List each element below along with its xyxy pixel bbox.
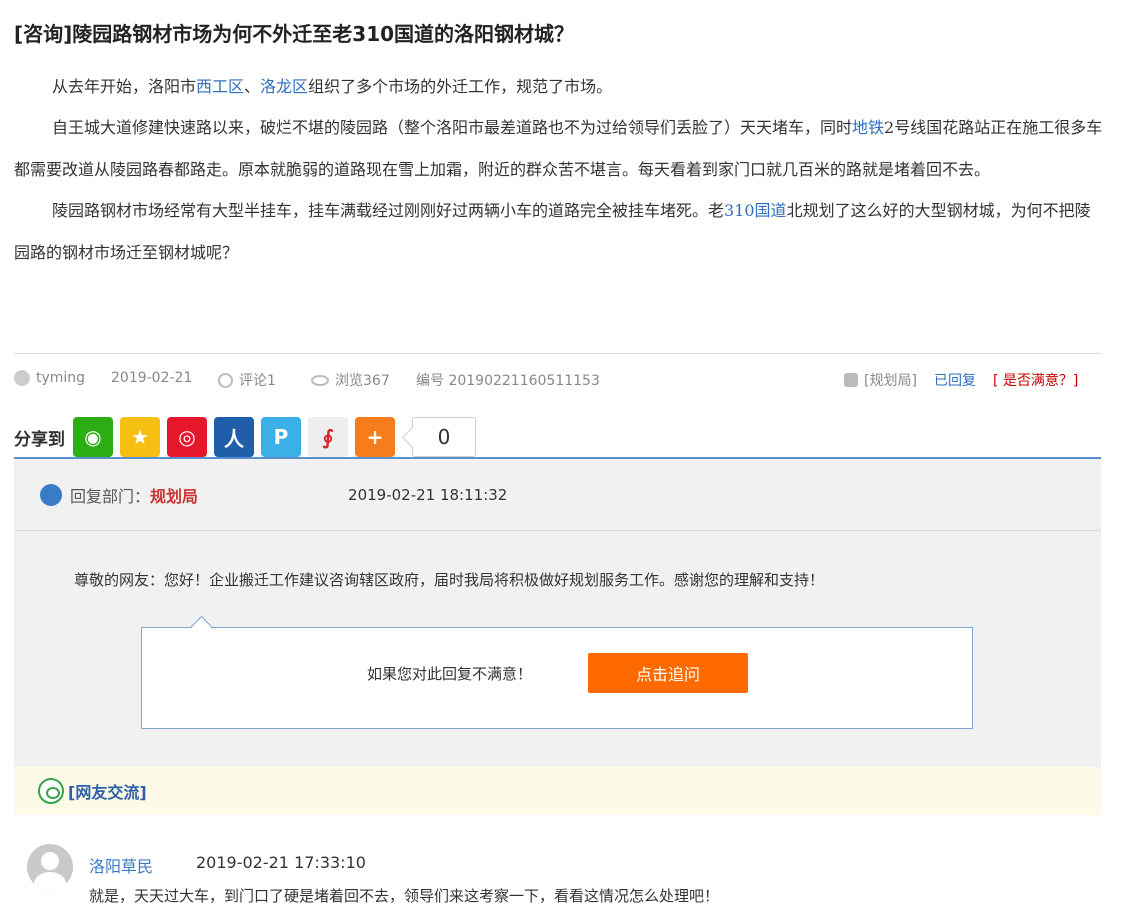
meta-dept[interactable]: [规划局] [844,370,917,390]
reply-label: 回复部门： [70,486,151,506]
share-bar: 分享到 ◉ ★ ◎ 人 P ∮ + 0 [14,416,476,458]
followup-box: 如果您对此回复不满意！ 点击追问 [141,627,973,729]
link-310-road[interactable]: 310国道 [724,201,787,220]
meta-comment-count: 评论1 [239,373,276,389]
meta-comments[interactable]: 评论1 [218,370,276,390]
meta-dept-name: [规划局] [864,373,917,389]
reply-time: 2019-02-21 18:11:32 [348,485,508,504]
share-count: 0 [412,417,476,457]
article-body: 从去年开始，洛阳市西工区、洛龙区组织了多个市场的外迁工作，规范了市场。 自王城大… [14,66,1104,274]
link-metro[interactable]: 地铁 [852,118,884,137]
text-segment: 从去年开始，洛阳市 [52,77,197,96]
meta-number: 编号 20190221160511153 [416,373,600,389]
reply-header: 回复部门： 规划局 2019-02-21 18:11:32 [14,459,1101,531]
department-icon [844,373,858,387]
avatar [27,844,73,890]
chat-icon [38,778,64,804]
meta-view-count: 浏览367 [335,373,390,389]
share-label: 分享到 [14,429,65,450]
article-paragraph: 陵园路钢材市场经常有大型半挂车，挂车满载经过刚刚好过两辆小车的道路完全被挂车堵死… [14,190,1104,274]
department-icon [40,483,62,506]
text-segment: 、 [244,77,261,96]
comment-item: 洛阳草民 2019-02-21 17:33:10 就是，天天过大车，到门口了硬是… [27,840,1097,903]
user-icon [14,370,30,386]
post-meta: tyming 2019-02-21 评论1 浏览367 编号 201902211… [14,368,1101,390]
wechat-icon[interactable]: ◉ [73,417,113,457]
text-segment: 组织了多个市场的外迁工作，规范了市场。 [308,77,613,96]
meta-user-name: tyming [36,370,86,386]
official-reply: 回复部门： 规划局 2019-02-21 18:11:32 尊敬的网友：您好！企… [14,457,1101,767]
article-paragraph: 从去年开始，洛阳市西工区、洛龙区组织了多个市场的外迁工作，规范了市场。 [14,66,1104,108]
article-paragraph: 自王城大道修建快速路以来，破烂不堪的陵园路（整个洛阳市最差道路也不为过给领导们丢… [14,107,1104,191]
weibo-icon[interactable]: ◎ [167,417,207,457]
reply-body: 尊敬的网友：您好！企业搬迁工作建议咨询辖区政府，届时我局将积极做好规划服务工作。… [74,571,825,589]
exchange-title: [网友交流] [68,783,147,802]
comment-text: 就是，天天过大车，到门口了硬是堵着回不去，领导们来这考察一下，看看这情况怎么处理… [89,887,720,903]
comment-time: 2019-02-21 17:33:10 [196,853,366,872]
status-badge: 已回复 [934,373,976,389]
more-icon[interactable]: + [355,417,395,457]
satisfaction-link[interactable]: [ 是否满意？] [993,370,1078,390]
meta-user[interactable]: tyming [14,370,85,386]
divider [14,353,1101,354]
reply-dept: 规划局 [150,486,199,506]
text-segment: 自王城大道修建快速路以来，破烂不堪的陵园路（整个洛阳市最差道路也不为过给领导们丢… [52,118,853,137]
red-icon[interactable]: ∮ [308,417,348,457]
netizen-exchange-header: [网友交流] [14,767,1101,815]
meta-views: 浏览367 [311,370,390,390]
link-luolong-district[interactable]: 洛龙区 [260,77,308,96]
page-title: [咨询]陵园路钢材市场为何不外迁至老310国道的洛阳钢材城？ [14,18,574,47]
title-tag: [咨询] [14,22,73,46]
text-segment: 陵园路钢材市场经常有大型半挂车，挂车满载经过刚刚好过两辆小车的道路完全被挂车堵死… [52,201,725,220]
meta-date: 2019-02-21 [111,370,193,386]
title-text: 陵园路钢材市场为何不外迁至老310国道的洛阳钢材城？ [72,22,575,46]
followup-button[interactable]: 点击追问 [588,653,748,693]
comment-icon [218,372,233,388]
tencent-weibo-icon[interactable]: P [261,417,301,457]
link-xigong-district[interactable]: 西工区 [196,77,244,96]
eye-icon [311,374,329,386]
qzone-icon[interactable]: ★ [120,417,160,457]
followup-text: 如果您对此回复不满意！ [367,665,533,683]
renren-icon[interactable]: 人 [214,417,254,457]
comment-user[interactable]: 洛阳草民 [89,853,153,877]
